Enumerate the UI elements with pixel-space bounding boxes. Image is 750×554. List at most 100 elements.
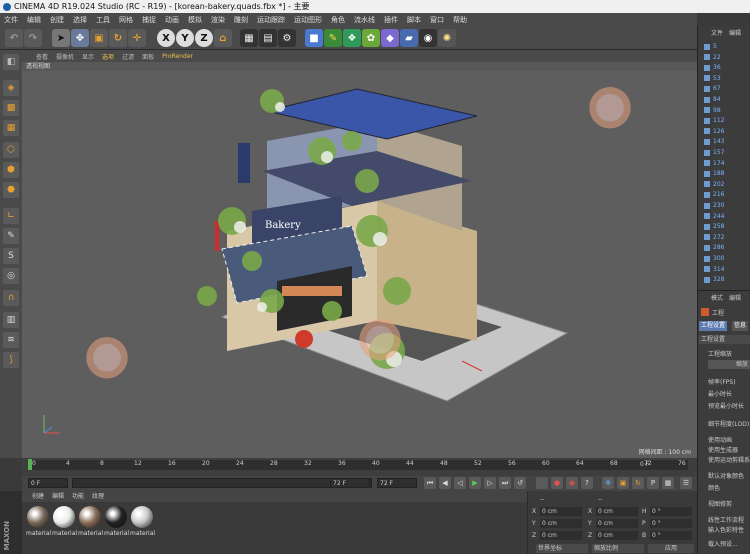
key-pla-icon[interactable]: ▦ (662, 477, 674, 489)
polygons-mode-icon[interactable]: ⬣ (3, 182, 19, 198)
material-swatch[interactable]: material (26, 506, 51, 542)
object-list-item[interactable]: 272 (704, 233, 748, 242)
goto-end-icon[interactable]: ⏭ (499, 477, 511, 489)
material-swatch[interactable]: material (78, 506, 103, 542)
rotate-tool-icon[interactable]: ↻ (109, 29, 127, 47)
generator-icon[interactable]: ❖ (343, 29, 361, 47)
viewport-menu-item[interactable]: 显示 (82, 52, 94, 61)
object-list-item[interactable]: 314 (704, 265, 748, 274)
tweak-mode-icon[interactable]: ✎ (3, 228, 19, 244)
environment-icon[interactable]: ▰ (400, 29, 418, 47)
material-menu-item[interactable]: 功能 (72, 491, 84, 502)
select-arrow-icon[interactable]: ➤ (52, 29, 70, 47)
object-list-item[interactable]: 328 (704, 275, 748, 284)
menu-item[interactable]: 动画 (165, 15, 179, 25)
scale-tool-icon[interactable]: ▣ (90, 29, 108, 47)
object-list-item[interactable]: 244 (704, 212, 748, 221)
key-position-icon[interactable]: ✥ (602, 477, 614, 489)
perspective-viewport[interactable]: Bakery 网格间距: 100 cm (22, 71, 697, 458)
workplane-icon[interactable]: ▦ (3, 120, 19, 136)
menu-item[interactable]: 窗口 (430, 15, 444, 25)
array-icon[interactable]: ✿ (362, 29, 380, 47)
points-mode-icon[interactable]: ⬡ (3, 142, 19, 158)
object-list-item[interactable]: 98 (704, 106, 748, 115)
play-icon[interactable]: ▶ (469, 477, 481, 489)
attribute-row[interactable]: 载入预设... (708, 539, 738, 548)
object-list-item[interactable]: 36 (704, 63, 748, 72)
viewport-menu-item[interactable]: 查看 (36, 52, 48, 61)
object-manager-tab[interactable]: 文件 (711, 28, 723, 38)
object-list-item[interactable]: 53 (704, 74, 748, 83)
attribute-row[interactable]: 帧率(FPS) (708, 377, 736, 386)
key-param-icon[interactable]: P (647, 477, 659, 489)
loop-icon[interactable]: ↺ (514, 477, 526, 489)
auto-key-icon[interactable]: ◉ (566, 477, 578, 489)
menu-item[interactable]: 帮助 (453, 15, 467, 25)
object-list-item[interactable]: 84 (704, 95, 748, 104)
viewport-menu-item[interactable]: ProRender (162, 53, 193, 60)
apply-button[interactable]: 应用 (648, 544, 694, 553)
size-field[interactable]: 0 cm (596, 519, 638, 528)
object-list-item[interactable]: 188 (704, 169, 748, 178)
next-frame-icon[interactable]: ▷ (484, 477, 496, 489)
attribute-row[interactable]: 使用运动剪辑系统 (708, 455, 750, 464)
menu-item[interactable]: 运动跟踪 (257, 15, 285, 25)
lock-workplane-icon[interactable]: ◎ (3, 268, 19, 284)
menu-item[interactable]: 流水线 (354, 15, 375, 25)
material-swatch[interactable]: material (130, 506, 155, 542)
object-manager-tab[interactable]: 编辑 (729, 28, 741, 38)
preview-range-slider[interactable] (72, 478, 372, 488)
menu-item[interactable]: 网格 (119, 15, 133, 25)
deformer-icon[interactable]: ◆ (381, 29, 399, 47)
model-mode-icon[interactable]: ◈ (3, 80, 19, 96)
object-list-item[interactable]: 157 (704, 148, 748, 157)
material-menu-item[interactable]: 纹理 (92, 491, 104, 502)
material-swatch[interactable]: material (52, 506, 77, 542)
hair-icon[interactable]: ⟆ (3, 352, 19, 368)
make-editable-icon[interactable]: ◧ (3, 54, 19, 70)
attribute-row[interactable]: 细节程度(LOD) (708, 419, 749, 428)
key-scale-icon[interactable]: ▣ (617, 477, 629, 489)
menu-item[interactable]: 脚本 (407, 15, 421, 25)
menu-item[interactable]: 雕刻 (234, 15, 248, 25)
rotation-field[interactable]: 0 ° (650, 531, 692, 540)
spline-pen-icon[interactable]: ✎ (324, 29, 342, 47)
attribute-row[interactable]: 使用动画 (708, 435, 732, 444)
menu-item[interactable]: 选择 (73, 15, 87, 25)
viewport-menu-item[interactable]: 摄像机 (56, 52, 74, 61)
object-list-item[interactable]: 230 (704, 201, 748, 210)
menu-item[interactable]: 渲染 (211, 15, 225, 25)
object-list-item[interactable]: 174 (704, 159, 748, 168)
object-list-item[interactable]: 112 (704, 116, 748, 125)
magnet-icon[interactable]: ∩ (3, 290, 19, 306)
axis-x-button[interactable]: X (157, 29, 175, 47)
object-list-item[interactable]: 126 (704, 127, 748, 136)
timeline-ruler[interactable]: 0 4 8 12 16 20 24 28 32 36 40 44 48 52 56 60 64 68 72 76 (28, 460, 688, 470)
current-frame-field[interactable]: 0 F (28, 478, 68, 488)
texture-mode-icon[interactable]: ▩ (3, 100, 19, 116)
position-field[interactable]: 0 cm (540, 519, 582, 528)
menu-item[interactable]: 插件 (384, 15, 398, 25)
menu-item[interactable]: 运动图形 (294, 15, 322, 25)
size-field[interactable]: 0 cm (596, 531, 638, 540)
coord-mode-dropdown[interactable]: 世界坐标 (536, 544, 588, 553)
menu-item[interactable]: 工具 (96, 15, 110, 25)
position-field[interactable]: 0 cm (540, 507, 582, 516)
menu-item[interactable]: 文件 (4, 15, 18, 25)
timeline[interactable]: 0 4 8 12 16 20 24 28 32 36 40 44 48 52 56 60 64 68 72 76 (22, 458, 697, 476)
viewport-menu-item[interactable]: 过滤 (122, 52, 134, 61)
menu-item[interactable]: 模拟 (188, 15, 202, 25)
end-frame-field[interactable]: 72 F (377, 478, 417, 488)
record-key-icon[interactable]: ● (551, 477, 563, 489)
playhead[interactable] (28, 459, 32, 470)
menu-item[interactable]: 创建 (50, 15, 64, 25)
attribute-row[interactable]: 默认对象颜色 (708, 471, 744, 480)
light-icon[interactable]: ✺ (438, 29, 456, 47)
timeline-menu-icon[interactable]: ☰ (680, 477, 692, 489)
object-list-item[interactable]: 216 (704, 190, 748, 199)
size-field[interactable]: 0 cm (596, 507, 638, 516)
render-settings-icon[interactable]: ⚙ (278, 29, 296, 47)
object-list-item[interactable]: 300 (704, 254, 748, 263)
position-field[interactable]: 0 cm (540, 531, 582, 540)
object-list-item[interactable]: 258 (704, 222, 748, 231)
